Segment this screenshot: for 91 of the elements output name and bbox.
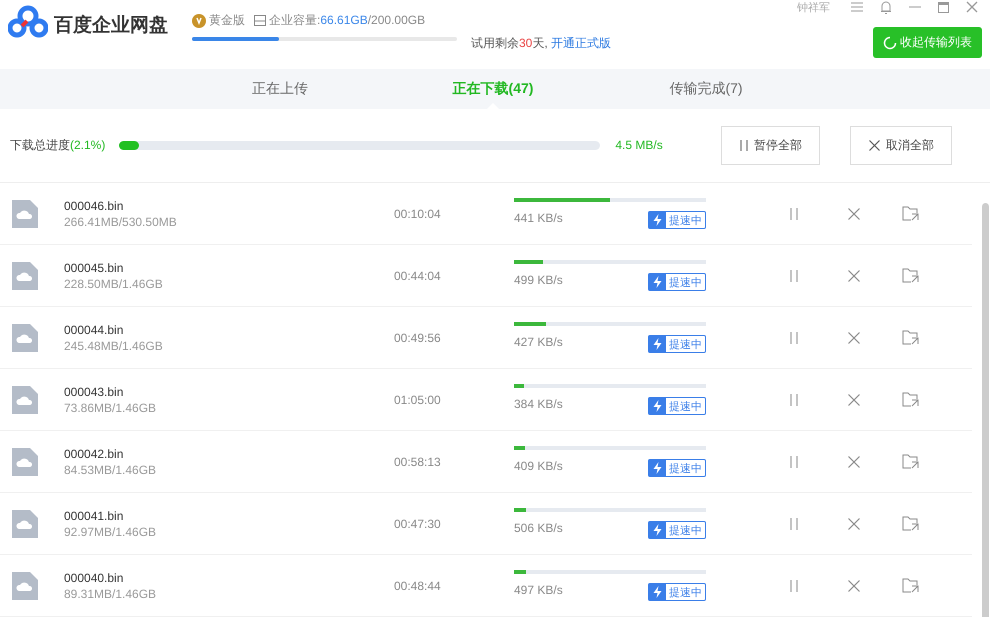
download-speed: 497 KB/s (514, 583, 563, 597)
boost-badge: 提速中 (648, 211, 706, 229)
file-size: 84.53MB/1.46GB (64, 462, 158, 476)
pause-icon[interactable] (790, 208, 798, 220)
download-speed: 441 KB/s (514, 211, 563, 225)
file-icon (12, 572, 38, 600)
logo-icon (8, 5, 48, 39)
close-icon (868, 140, 880, 151)
file-icon (12, 262, 38, 290)
lightning-icon (649, 398, 666, 414)
minimize-icon[interactable] (909, 6, 921, 8)
boost-badge: 提速中 (648, 583, 706, 601)
app-name: 百度企业网盘 (54, 14, 168, 38)
file-size: 245.48MB/1.46GB (64, 338, 164, 352)
pause-all-button[interactable]: 暂停全部 (721, 126, 820, 165)
file-icon (12, 448, 38, 476)
boost-badge: 提速中 (648, 335, 706, 353)
spinner-icon (883, 36, 897, 50)
pause-icon[interactable] (790, 270, 798, 282)
file-name: 000041.bin (64, 508, 124, 522)
menu-icon[interactable] (851, 2, 863, 12)
cancel-icon[interactable] (848, 580, 860, 592)
file-size: 73.86MB/1.46GB (64, 400, 158, 414)
pause-icon[interactable] (790, 518, 798, 530)
time-remaining: 01:05:00 (394, 392, 442, 406)
pause-icon (740, 140, 748, 151)
open-folder-icon[interactable] (902, 578, 920, 593)
download-speed: 384 KB/s (514, 397, 563, 411)
open-folder-icon[interactable] (902, 516, 920, 531)
open-folder-icon[interactable] (902, 454, 920, 469)
boost-badge: 提速中 (648, 397, 706, 415)
edition-icon (192, 14, 206, 28)
file-name: 000045.bin (64, 260, 124, 274)
cancel-icon[interactable] (848, 208, 860, 220)
open-folder-icon[interactable] (902, 206, 920, 221)
file-icon (12, 200, 38, 228)
time-remaining: 00:58:13 (394, 454, 442, 468)
pause-icon[interactable] (790, 580, 798, 592)
time-remaining: 00:48:44 (394, 578, 442, 592)
file-name: 000042.bin (64, 446, 124, 460)
cancel-icon[interactable] (848, 270, 860, 282)
download-speed: 499 KB/s (514, 273, 563, 287)
file-icon (12, 386, 38, 414)
pause-icon[interactable] (790, 394, 798, 406)
download-speed: 506 KB/s (514, 521, 563, 535)
time-remaining: 00:49:56 (394, 330, 442, 344)
pause-icon[interactable] (790, 456, 798, 468)
file-name: 000043.bin (64, 384, 124, 398)
time-remaining: 00:44:04 (394, 268, 442, 282)
total-speed: 4.5 MB/s (615, 138, 664, 152)
cancel-all-button[interactable]: 取消全部 (850, 126, 952, 165)
cancel-icon[interactable] (848, 332, 860, 344)
cancel-icon[interactable] (848, 394, 860, 406)
open-folder-icon[interactable] (902, 268, 920, 283)
file-name: 000046.bin (64, 198, 124, 212)
upgrade-link[interactable]: 开通正式版 (551, 36, 612, 50)
lightning-icon (649, 274, 666, 290)
lightning-icon (649, 212, 666, 228)
file-size: 228.50MB/1.46GB (64, 276, 164, 290)
file-size: 266.41MB/530.50MB (64, 214, 178, 228)
tab[interactable]: 正在上传 (217, 69, 343, 109)
file-size: 92.97MB/1.46GB (64, 524, 158, 538)
lightning-icon (649, 336, 666, 352)
lightning-icon (649, 460, 666, 476)
capacity-text: 企业容量:66.61GB/200.00GB (269, 12, 426, 29)
download-speed: 409 KB/s (514, 459, 563, 473)
file-icon (12, 510, 38, 538)
open-folder-icon[interactable] (902, 392, 920, 407)
boost-badge: 提速中 (648, 459, 706, 477)
lightning-icon (649, 584, 666, 600)
total-progress-label: 下载总进度(2.1%) (10, 136, 106, 154)
time-remaining: 00:47:30 (394, 516, 442, 530)
bell-icon[interactable] (880, 0, 892, 14)
close-icon[interactable] (966, 1, 978, 13)
open-folder-icon[interactable] (902, 330, 920, 345)
file-name: 000044.bin (64, 322, 124, 336)
cancel-icon[interactable] (848, 518, 860, 530)
trial-notice: 试用剩余30天, 开通正式版 (471, 35, 612, 52)
maximize-icon[interactable] (938, 2, 949, 12)
lightning-icon (649, 522, 666, 538)
pause-icon[interactable] (790, 332, 798, 344)
time-remaining: 00:10:04 (394, 206, 442, 220)
file-icon (12, 324, 38, 352)
cancel-icon[interactable] (848, 456, 860, 468)
file-name: 000040.bin (64, 570, 124, 584)
edition-label: 黄金版 (209, 12, 245, 29)
tab[interactable]: 传输完成(7) (643, 69, 769, 109)
download-speed: 427 KB/s (514, 335, 563, 349)
boost-badge: 提速中 (648, 273, 706, 291)
file-size: 89.31MB/1.46GB (64, 586, 158, 600)
boost-badge: 提速中 (648, 521, 706, 539)
